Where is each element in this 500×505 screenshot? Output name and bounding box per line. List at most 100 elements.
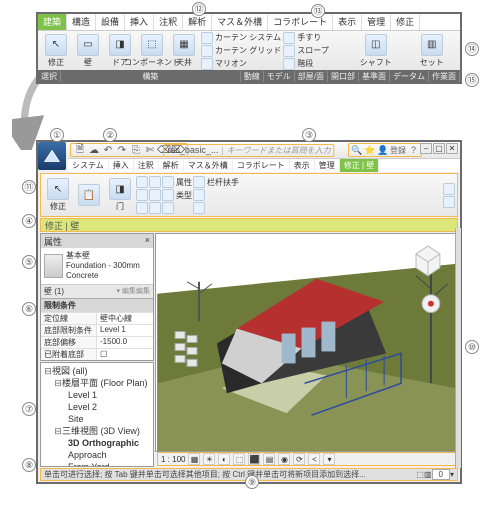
mtab-6[interactable]: 表示 xyxy=(290,159,315,172)
edit-type-button[interactable]: 編集編集 xyxy=(122,288,150,295)
tab-manage[interactable]: 管理 xyxy=(362,14,391,30)
signin-icon[interactable]: 👤 xyxy=(377,145,388,156)
prop-base-offset[interactable]: -1500.0 xyxy=(97,337,153,348)
drawing-area[interactable] xyxy=(155,233,458,452)
signin-label[interactable]: 登録 xyxy=(390,145,406,156)
vc-crop[interactable]: ⬚ xyxy=(233,453,245,465)
qat-new[interactable]: 🗎 xyxy=(74,144,86,156)
vc-reveal[interactable]: ⟳ xyxy=(293,453,305,465)
tree-floorplans[interactable]: ⊟楼層平面 (Floor Plan) xyxy=(44,377,150,389)
vertical-scrollbar[interactable] xyxy=(455,228,461,468)
help-icon[interactable]: ? xyxy=(408,145,419,156)
tool-component[interactable]: ⬚コンポーネント xyxy=(137,34,167,68)
rtool-s4[interactable] xyxy=(149,176,161,188)
tab-architecture[interactable]: 建築 xyxy=(38,14,67,30)
qat-redo[interactable]: ↷ xyxy=(116,144,128,156)
tab-structure[interactable]: 構造 xyxy=(67,14,96,30)
tab-collaborate[interactable]: コラボレート xyxy=(268,14,333,30)
tab-annotate[interactable]: 注釈 xyxy=(154,14,183,30)
rtool-s3[interactable] xyxy=(136,202,148,214)
scale-control[interactable]: 1 : 100 xyxy=(161,455,185,464)
status-icon-1[interactable]: ⬚ xyxy=(416,470,424,479)
mtab-3[interactable]: 解析 xyxy=(159,159,184,172)
tool-curtain-grid[interactable]: カーテン グリッド xyxy=(201,45,281,57)
tree-3dviews[interactable]: ⊟三维視图 (3D View) xyxy=(44,425,150,437)
tool-ramp[interactable]: スロープ xyxy=(283,45,329,57)
mtab-modify-wall[interactable]: 修正 | 壁 xyxy=(340,159,380,172)
tool-ceiling[interactable]: ▦天井 xyxy=(169,34,199,68)
close-button[interactable]: ✕ xyxy=(446,143,458,154)
rtool-s6[interactable] xyxy=(149,202,161,214)
rtool-e1[interactable] xyxy=(443,183,455,195)
status-filter-count[interactable]: 0 xyxy=(432,469,450,480)
tab-analyze[interactable]: 解析 xyxy=(183,14,212,30)
tree-root[interactable]: ⊟視図 (all) xyxy=(44,365,150,377)
qat-open[interactable]: ☁ xyxy=(88,144,100,156)
mtab-1[interactable]: 挿入 xyxy=(109,159,134,172)
tree-level1[interactable]: Level 1 xyxy=(44,389,150,401)
vc-crop2[interactable]: ⬛ xyxy=(248,453,260,465)
tool-shaft[interactable]: ◫シャフト xyxy=(361,34,391,68)
tool-curtain-system[interactable]: カーテン システム xyxy=(201,32,281,44)
rtool-s5[interactable] xyxy=(149,189,161,201)
vc-prev[interactable]: < xyxy=(308,453,320,465)
tree-approach[interactable]: Approach xyxy=(44,449,150,461)
mtab-0[interactable]: システム xyxy=(68,159,109,172)
callout-8: ⑧ xyxy=(22,458,36,472)
rtool-e2[interactable] xyxy=(443,196,455,208)
tree-3d-orthographic[interactable]: 3D Orthographic xyxy=(44,437,150,449)
tab-massing[interactable]: マス＆外構 xyxy=(212,14,268,30)
tab-systems[interactable]: 設備 xyxy=(96,14,125,30)
mtab-2[interactable]: 注釈 xyxy=(134,159,159,172)
maximize-button[interactable]: ▢ xyxy=(433,143,445,154)
vc-shadow[interactable]: ◐ xyxy=(218,453,230,465)
mtab-4[interactable]: マス＆外構 xyxy=(184,159,233,172)
tool-wall[interactable]: ▭壁 xyxy=(73,34,103,68)
rtool-s8[interactable]: 类型 xyxy=(162,189,192,201)
tree-from-yard[interactable]: From Yard xyxy=(44,461,150,467)
status-icon-4[interactable]: ▾ xyxy=(450,470,454,479)
close-icon[interactable]: × xyxy=(145,235,150,247)
tree-level2[interactable]: Level 2 xyxy=(44,401,150,413)
rtool-door[interactable]: ◨门 xyxy=(105,178,135,212)
vc-render[interactable]: ▤ xyxy=(263,453,275,465)
minimize-button[interactable]: – xyxy=(420,143,432,154)
type-family: 基本壁 xyxy=(66,251,150,261)
rtool-r1[interactable]: 栏杆扶手 xyxy=(193,176,239,188)
application-menu-button[interactable] xyxy=(38,142,66,170)
prop-base-constraint[interactable]: Level 1 xyxy=(97,325,153,336)
rtool-modify[interactable]: ↖修正 xyxy=(43,178,73,212)
qat-copy[interactable]: ⎘ xyxy=(130,144,142,156)
favorites-icon[interactable]: ⭐ xyxy=(364,145,375,156)
rtool-s7[interactable]: 属性 xyxy=(162,176,192,188)
rtool-s1[interactable] xyxy=(136,176,148,188)
qat-undo[interactable]: ↶ xyxy=(102,144,114,156)
tab-view[interactable]: 表示 xyxy=(333,14,362,30)
tree-site[interactable]: Site xyxy=(44,413,150,425)
rtool-s9[interactable] xyxy=(162,202,192,214)
mtab-7[interactable]: 管理 xyxy=(315,159,340,172)
vc-more[interactable]: ▾ xyxy=(323,453,335,465)
rtool-r3[interactable] xyxy=(193,202,239,214)
search-icon[interactable]: 🔍 xyxy=(351,145,362,156)
rtool-r2[interactable] xyxy=(193,189,239,201)
prop-base-attached[interactable]: ▢ xyxy=(97,349,153,360)
qat-cut[interactable]: ✄ xyxy=(144,144,156,156)
vc-detail[interactable]: ▦ xyxy=(188,453,200,465)
tool-set[interactable]: ▥セット xyxy=(417,34,447,68)
type-thumbnail xyxy=(44,254,63,278)
vc-lock[interactable]: ◉ xyxy=(278,453,290,465)
rtool-s2[interactable] xyxy=(136,189,148,201)
rtool-paste[interactable]: 📋 xyxy=(74,184,104,206)
vc-sun[interactable]: ☀ xyxy=(203,453,215,465)
tool-modify[interactable]: ↖修正 xyxy=(41,34,71,68)
tab-insert[interactable]: 挿入 xyxy=(125,14,154,30)
prop-location-line[interactable]: 壁中心線 xyxy=(97,313,153,324)
tool-mullion[interactable]: マリオン xyxy=(201,58,281,70)
tool-railing[interactable]: 手すり xyxy=(283,32,329,44)
tool-stair[interactable]: 階段 xyxy=(283,58,329,70)
status-icon-2[interactable]: ▥ xyxy=(424,470,432,479)
mtab-5[interactable]: コラボレート xyxy=(233,159,290,172)
tab-modify[interactable]: 修正 xyxy=(391,14,420,30)
type-selector[interactable]: 基本壁 Foundation - 300mm Concrete xyxy=(41,248,153,284)
